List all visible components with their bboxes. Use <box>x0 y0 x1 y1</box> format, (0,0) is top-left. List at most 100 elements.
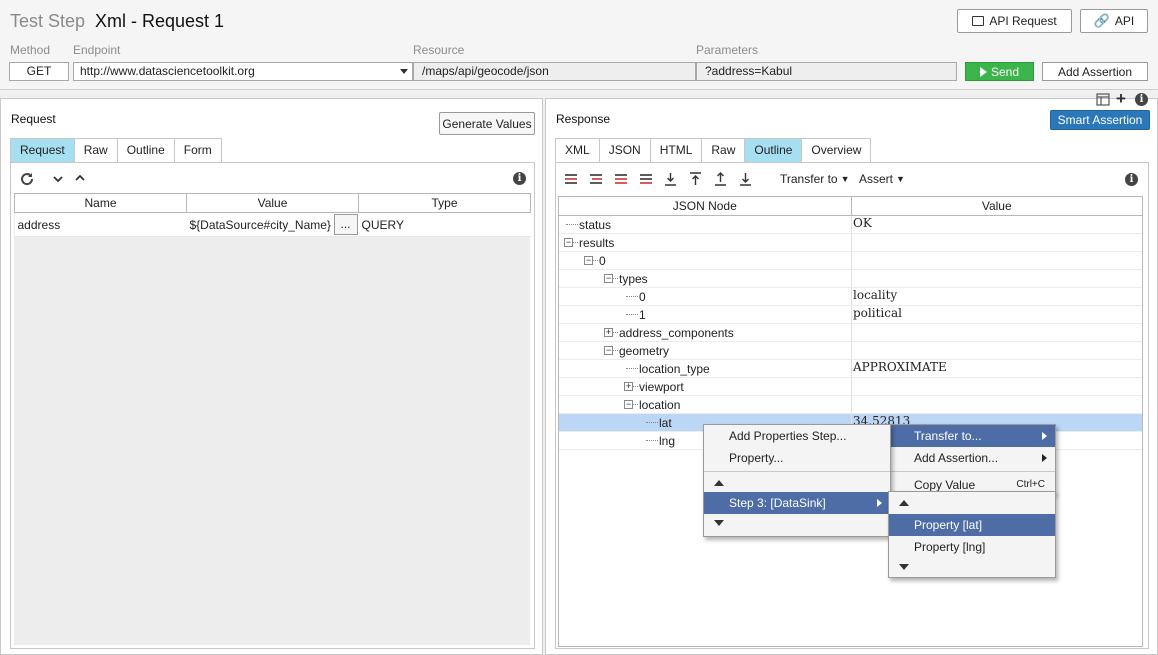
tree-row[interactable]: status OK <box>559 216 1142 234</box>
column-header-name[interactable]: Name <box>14 193 187 213</box>
tree-row[interactable]: 1 political <box>559 306 1142 324</box>
collapse-node-icon[interactable]: − <box>624 400 633 409</box>
tree-node-value: APPROXIMATE <box>853 360 947 374</box>
scroll-down-button[interactable] <box>704 514 890 532</box>
tab-request[interactable]: Request <box>10 138 75 162</box>
send-label: Send <box>990 64 1020 79</box>
tab-json[interactable]: JSON <box>598 138 651 162</box>
endpoint-select[interactable]: http://www.datasciencetoolkit.org <box>73 62 413 81</box>
smart-assertion-button[interactable]: Smart Assertion <box>1050 110 1150 130</box>
tab-html[interactable]: HTML <box>649 138 703 162</box>
param-name[interactable]: address <box>14 212 187 237</box>
scroll-down-button[interactable] <box>889 558 1055 576</box>
resource-field[interactable]: /maps/api/geocode/json <box>413 62 696 81</box>
menu-item-step-datasink[interactable]: Step 3: [DataSink] <box>704 492 890 514</box>
tree-row[interactable]: − location <box>559 396 1142 414</box>
info-icon[interactable]: i <box>513 172 526 185</box>
plus-icon[interactable]: + <box>1116 89 1126 109</box>
response-title: Response <box>556 112 611 126</box>
align-icon-3[interactable] <box>615 174 627 184</box>
parameters-field[interactable]: ?address=Kabul <box>696 62 957 81</box>
tree-node-label: lat <box>659 416 672 430</box>
menu-item-transfer-to[interactable]: Transfer to... <box>889 425 1055 447</box>
info-icon[interactable]: i <box>1135 93 1148 106</box>
column-header-type[interactable]: Type <box>358 193 531 213</box>
tree-row[interactable]: + viewport <box>559 378 1142 396</box>
menu-item-property[interactable]: Property... <box>704 447 890 469</box>
column-header-value[interactable]: Value <box>186 193 359 213</box>
chevron-down-icon: ▼ <box>896 174 905 184</box>
assert-label: Assert <box>859 172 894 186</box>
collapse-node-icon[interactable]: − <box>584 256 593 265</box>
param-type[interactable]: QUERY <box>358 212 531 237</box>
submenu-arrow-icon <box>1042 432 1047 440</box>
api-request-button[interactable]: API Request <box>957 9 1072 33</box>
menu-item-add-properties-step[interactable]: Add Properties Step... <box>704 425 890 447</box>
link-icon: 🔗 <box>1093 13 1110 28</box>
menu-item-property-lng[interactable]: Property [lng] <box>889 536 1055 558</box>
tree-node-label: geometry <box>619 344 670 358</box>
expand-icon[interactable] <box>690 172 701 185</box>
triangle-down-icon <box>899 564 909 570</box>
request-tabs: Request Raw Outline Form <box>10 138 222 162</box>
tree-row[interactable]: − results <box>559 234 1142 252</box>
menu-item-add-assertion[interactable]: Add Assertion... <box>889 447 1055 469</box>
send-button[interactable]: Send <box>965 62 1034 81</box>
tree-row[interactable]: −0 <box>559 252 1142 270</box>
tab-overview[interactable]: Overview <box>801 138 872 162</box>
scroll-up-button[interactable] <box>704 474 890 492</box>
align-icon-1[interactable] <box>565 174 577 184</box>
column-header-value[interactable]: Value <box>852 197 1143 215</box>
param-value-cell[interactable]: ${DataSource#city_Name} ... <box>186 212 359 237</box>
tree-connector <box>626 296 638 297</box>
request-title: Request <box>11 112 56 126</box>
align-icon-2[interactable] <box>590 174 602 184</box>
chevron-up-icon[interactable] <box>75 174 85 182</box>
column-divider <box>851 252 852 269</box>
ellipsis-button[interactable]: ... <box>333 214 358 235</box>
json-tree-header: JSON Node Value <box>559 197 1142 216</box>
layout-icon[interactable] <box>1096 93 1110 106</box>
method-select[interactable]: GET <box>9 62 69 81</box>
add-assertion-button[interactable]: Add Assertion <box>1042 62 1148 81</box>
tree-node-label: 0 <box>639 290 646 304</box>
request-panel: Request Generate Values Request Raw Outl… <box>0 98 543 655</box>
tree-row[interactable]: − types <box>559 270 1142 288</box>
collapse-node-icon[interactable]: − <box>604 346 613 355</box>
assert-dropdown[interactable]: Assert ▼ <box>859 172 905 186</box>
tree-row[interactable]: 0 locality <box>559 288 1142 306</box>
column-header-json-node[interactable]: JSON Node <box>559 197 852 215</box>
tab-outline[interactable]: Outline <box>116 138 175 162</box>
tab-form[interactable]: Form <box>173 138 222 162</box>
expand-node-icon[interactable]: + <box>604 328 613 337</box>
tab-outline[interactable]: Outline <box>744 138 803 162</box>
tree-node-label: results <box>579 236 615 250</box>
scroll-up-button[interactable] <box>889 492 1055 514</box>
api-request-icon <box>972 16 985 26</box>
menu-item-property-lat[interactable]: Property [lat] <box>889 514 1055 536</box>
tab-raw[interactable]: Raw <box>701 138 746 162</box>
tree-row[interactable]: + address_components <box>559 324 1142 342</box>
refresh-icon[interactable] <box>19 171 35 187</box>
move-down-icon[interactable] <box>740 173 751 186</box>
align-icon-4[interactable] <box>640 174 652 184</box>
param-value: ${DataSource#city_Name} <box>189 217 331 232</box>
table-row[interactable]: address ${DataSource#city_Name} ... QUER… <box>14 212 531 237</box>
collapse-node-icon[interactable]: − <box>564 238 573 247</box>
tab-xml[interactable]: XML <box>555 138 600 162</box>
column-divider <box>851 288 852 305</box>
expand-node-icon[interactable]: + <box>624 382 633 391</box>
tree-row[interactable]: location_type APPROXIMATE <box>559 360 1142 378</box>
transfer-to-dropdown[interactable]: Transfer to ▼ <box>780 172 850 186</box>
triangle-down-icon <box>714 520 724 526</box>
tree-row[interactable]: − geometry <box>559 342 1142 360</box>
generate-values-button[interactable]: Generate Values <box>439 112 535 135</box>
api-button[interactable]: 🔗 API <box>1080 9 1148 33</box>
column-divider <box>851 306 852 323</box>
tab-raw[interactable]: Raw <box>73 138 118 162</box>
chevron-down-icon[interactable] <box>53 175 63 183</box>
move-up-icon[interactable] <box>715 172 726 186</box>
collapse-node-icon[interactable]: − <box>604 274 613 283</box>
info-icon[interactable]: i <box>1125 173 1138 186</box>
collapse-icon[interactable] <box>665 173 676 186</box>
